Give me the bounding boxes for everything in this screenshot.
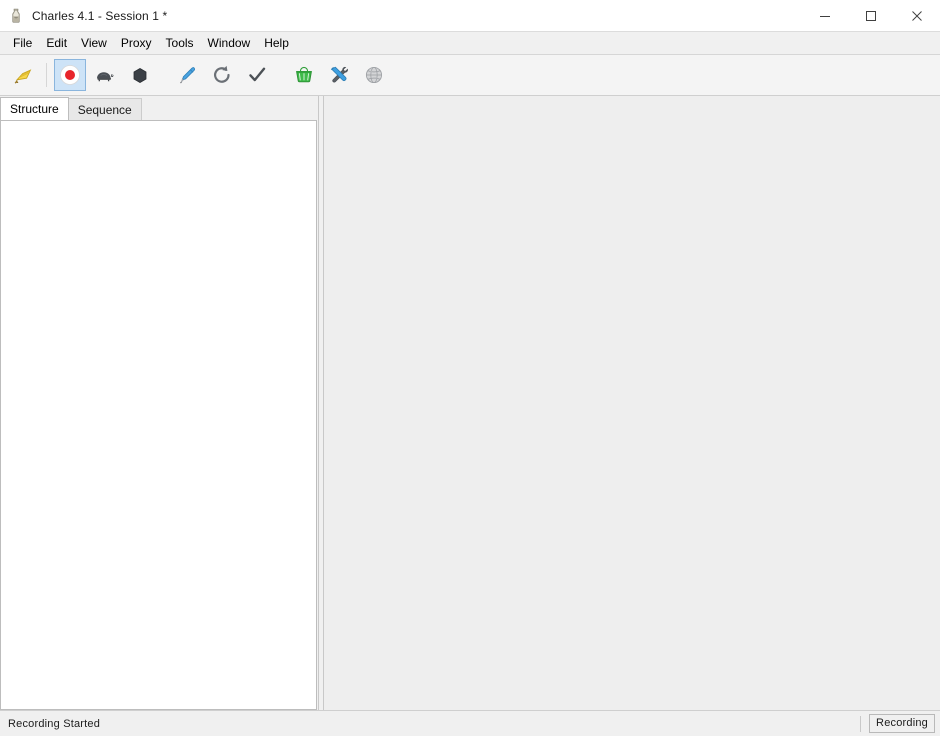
menu-item-edit[interactable]: Edit <box>39 34 74 53</box>
tab-sequence-label: Sequence <box>77 102 132 117</box>
status-divider <box>860 715 862 732</box>
tab-sequence[interactable]: Sequence <box>67 98 142 120</box>
maximize-icon <box>866 10 876 21</box>
globe-icon <box>365 66 383 84</box>
toolbar <box>0 55 940 96</box>
tab-structure-label: Structure <box>10 102 59 116</box>
broom-icon <box>14 69 32 84</box>
tools-settings-button[interactable] <box>323 59 355 91</box>
recording-status-badge[interactable]: Recording <box>869 714 935 733</box>
tab-structure[interactable]: Structure <box>0 97 69 120</box>
dns-spoofing-button[interactable] <box>358 59 390 91</box>
charles-main-window: Charles 4.1 - Session 1 * File Edit View… <box>0 0 940 736</box>
tools-basket-button[interactable] <box>288 59 320 91</box>
checkmark-icon <box>249 67 266 82</box>
basket-icon <box>296 66 312 83</box>
menu-item-proxy[interactable]: Proxy <box>114 34 159 53</box>
hexagon-icon <box>133 68 147 83</box>
status-bar-right: Recording <box>860 714 935 733</box>
record-icon <box>60 65 80 85</box>
menu-bar: File Edit View Proxy Tools Window Help <box>0 32 940 55</box>
window-title: Charles 4.1 - Session 1 * <box>32 8 168 23</box>
close-icon <box>912 10 922 21</box>
wrench-screwdriver-icon <box>330 66 348 83</box>
left-pane-tabstrip: Structure Sequence <box>0 96 318 120</box>
status-message: Recording Started <box>8 717 101 730</box>
menu-item-window[interactable]: Window <box>201 34 258 53</box>
title-bar: Charles 4.1 - Session 1 * <box>0 0 940 32</box>
left-pane: Structure Sequence <box>0 96 318 710</box>
record-button[interactable] <box>54 59 86 91</box>
validate-button[interactable] <box>241 59 273 91</box>
toolbar-separator <box>46 63 47 87</box>
minimize-button[interactable] <box>802 0 848 31</box>
breakpoints-button[interactable] <box>124 59 156 91</box>
turtle-icon <box>97 72 114 82</box>
maximize-button[interactable] <box>848 0 894 31</box>
pen-icon <box>180 67 195 84</box>
status-bar: Recording Started Recording <box>0 710 940 736</box>
detail-pane <box>324 96 940 710</box>
throttle-button[interactable] <box>89 59 121 91</box>
repeat-button[interactable] <box>206 59 238 91</box>
minimize-icon <box>820 15 830 17</box>
menu-item-file[interactable]: File <box>6 34 39 53</box>
compose-button[interactable] <box>171 59 203 91</box>
menu-item-view[interactable]: View <box>74 34 114 53</box>
main-content: Structure Sequence <box>0 96 940 710</box>
session-tree[interactable] <box>0 120 317 710</box>
window-controls <box>802 0 940 31</box>
charles-bottle-icon <box>8 8 24 24</box>
close-button[interactable] <box>894 0 940 31</box>
menu-item-help[interactable]: Help <box>257 34 296 53</box>
menu-item-tools[interactable]: Tools <box>159 34 201 53</box>
repeat-arrow-icon <box>214 65 230 83</box>
clear-session-button[interactable] <box>6 59 38 91</box>
